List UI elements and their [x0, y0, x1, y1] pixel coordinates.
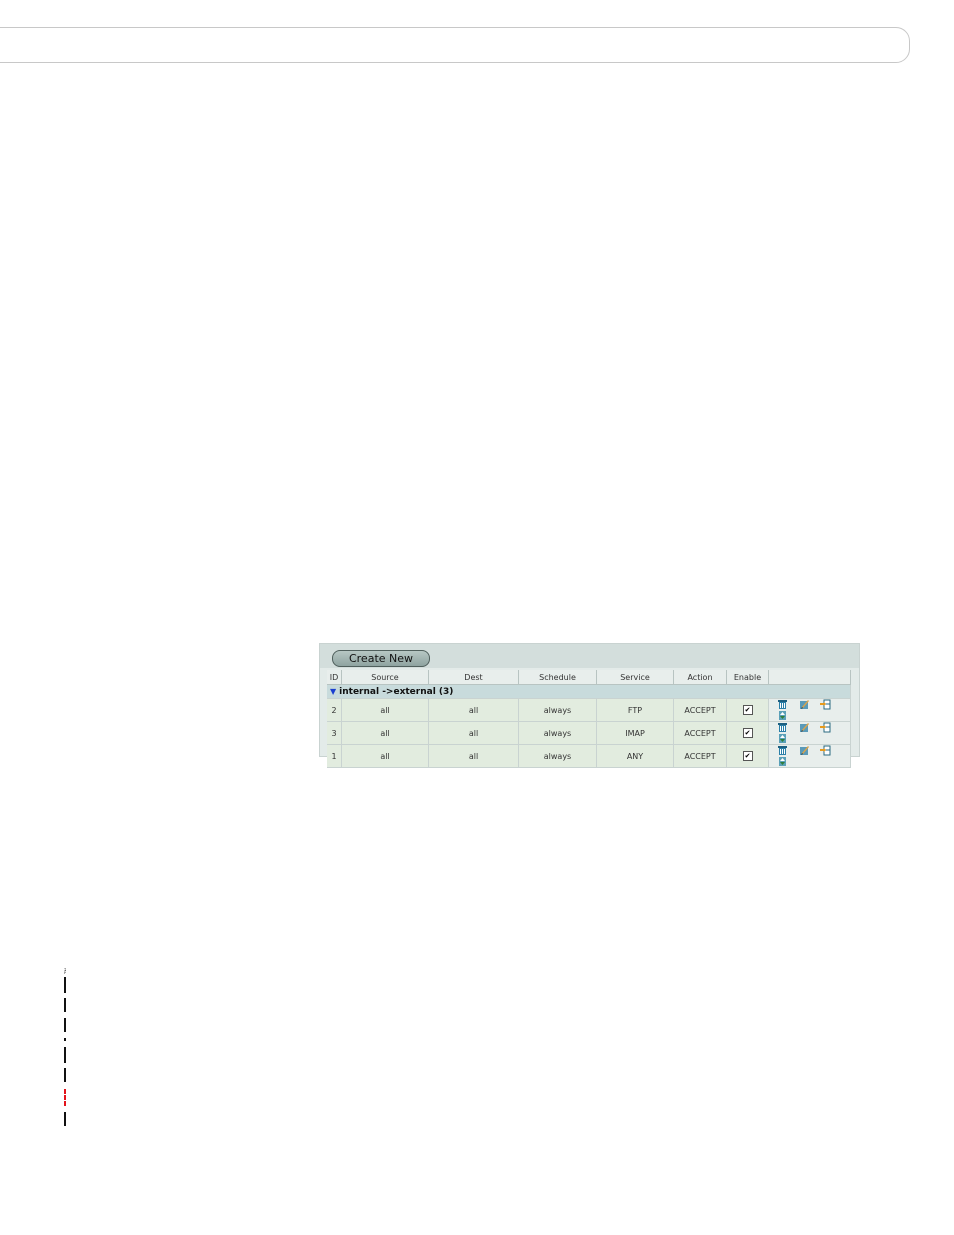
policy-group-row[interactable]: ▼ internal ->external (3) [327, 684, 851, 699]
column-header-dest[interactable]: Dest [428, 670, 519, 685]
policy-group-label: internal ->external (3) [339, 686, 454, 697]
policy-source: all [341, 698, 429, 722]
column-header-schedule[interactable]: Schedule [518, 670, 597, 685]
logo-red-o [64, 1089, 82, 1106]
policy-source: all [341, 721, 429, 745]
policy-action: ACCEPT [673, 744, 727, 768]
policy-dest: all [428, 721, 519, 745]
column-header-id[interactable]: ID [327, 670, 342, 685]
svg-text:TM: TM [64, 968, 66, 975]
insert-policy-icon[interactable] [820, 745, 831, 756]
column-header-enable[interactable]: Enable [726, 670, 769, 685]
column-header-source[interactable]: Source [341, 670, 429, 685]
policy-schedule: always [518, 698, 597, 722]
delete-icon[interactable] [777, 745, 788, 756]
move-icon[interactable] [777, 733, 788, 744]
column-header-action[interactable]: Action [673, 670, 727, 685]
fortinet-logo: TM [44, 942, 82, 1126]
policy-service: IMAP [596, 721, 674, 745]
policy-id: 2 [327, 698, 342, 722]
edit-icon[interactable] [799, 722, 810, 733]
policy-id: 3 [327, 721, 342, 745]
policy-service: ANY [596, 744, 674, 768]
move-icon[interactable] [777, 756, 788, 767]
column-header-service[interactable]: Service [596, 670, 674, 685]
policy-service: FTP [596, 698, 674, 722]
delete-icon[interactable] [777, 722, 788, 733]
firewall-policy-panel: Create New ID Source Dest Schedule Servi… [319, 643, 860, 768]
policy-id: 1 [327, 744, 342, 768]
policy-action: ACCEPT [673, 698, 727, 722]
edit-icon[interactable] [799, 699, 810, 710]
policy-dest: all [428, 698, 519, 722]
page-header-bar [0, 27, 910, 63]
policy-schedule: always [518, 721, 597, 745]
insert-policy-icon[interactable] [820, 699, 831, 710]
move-icon[interactable] [777, 710, 788, 721]
policy-dest: all [428, 744, 519, 768]
enable-checkbox[interactable]: ✔ [742, 728, 753, 738]
enable-checkbox[interactable]: ✔ [742, 705, 753, 715]
collapse-triangle-icon[interactable]: ▼ [330, 687, 336, 696]
policy-table: ID Source Dest Schedule Service Action E… [327, 670, 851, 768]
create-new-button[interactable]: Create New [332, 650, 430, 667]
policy-schedule: always [518, 744, 597, 768]
column-header-actions [768, 670, 851, 685]
delete-icon[interactable] [777, 699, 788, 710]
table-row[interactable]: 3 all all always IMAP ACCEPT ✔ [327, 721, 851, 745]
table-row[interactable]: 1 all all always ANY ACCEPT ✔ [327, 744, 851, 768]
insert-policy-icon[interactable] [820, 722, 831, 733]
edit-icon[interactable] [799, 745, 810, 756]
policy-source: all [341, 744, 429, 768]
table-row[interactable]: 2 all all always FTP ACCEPT ✔ [327, 698, 851, 722]
table-header-row: ID Source Dest Schedule Service Action E… [327, 670, 851, 685]
policy-action: ACCEPT [673, 721, 727, 745]
enable-checkbox[interactable]: ✔ [742, 751, 753, 761]
